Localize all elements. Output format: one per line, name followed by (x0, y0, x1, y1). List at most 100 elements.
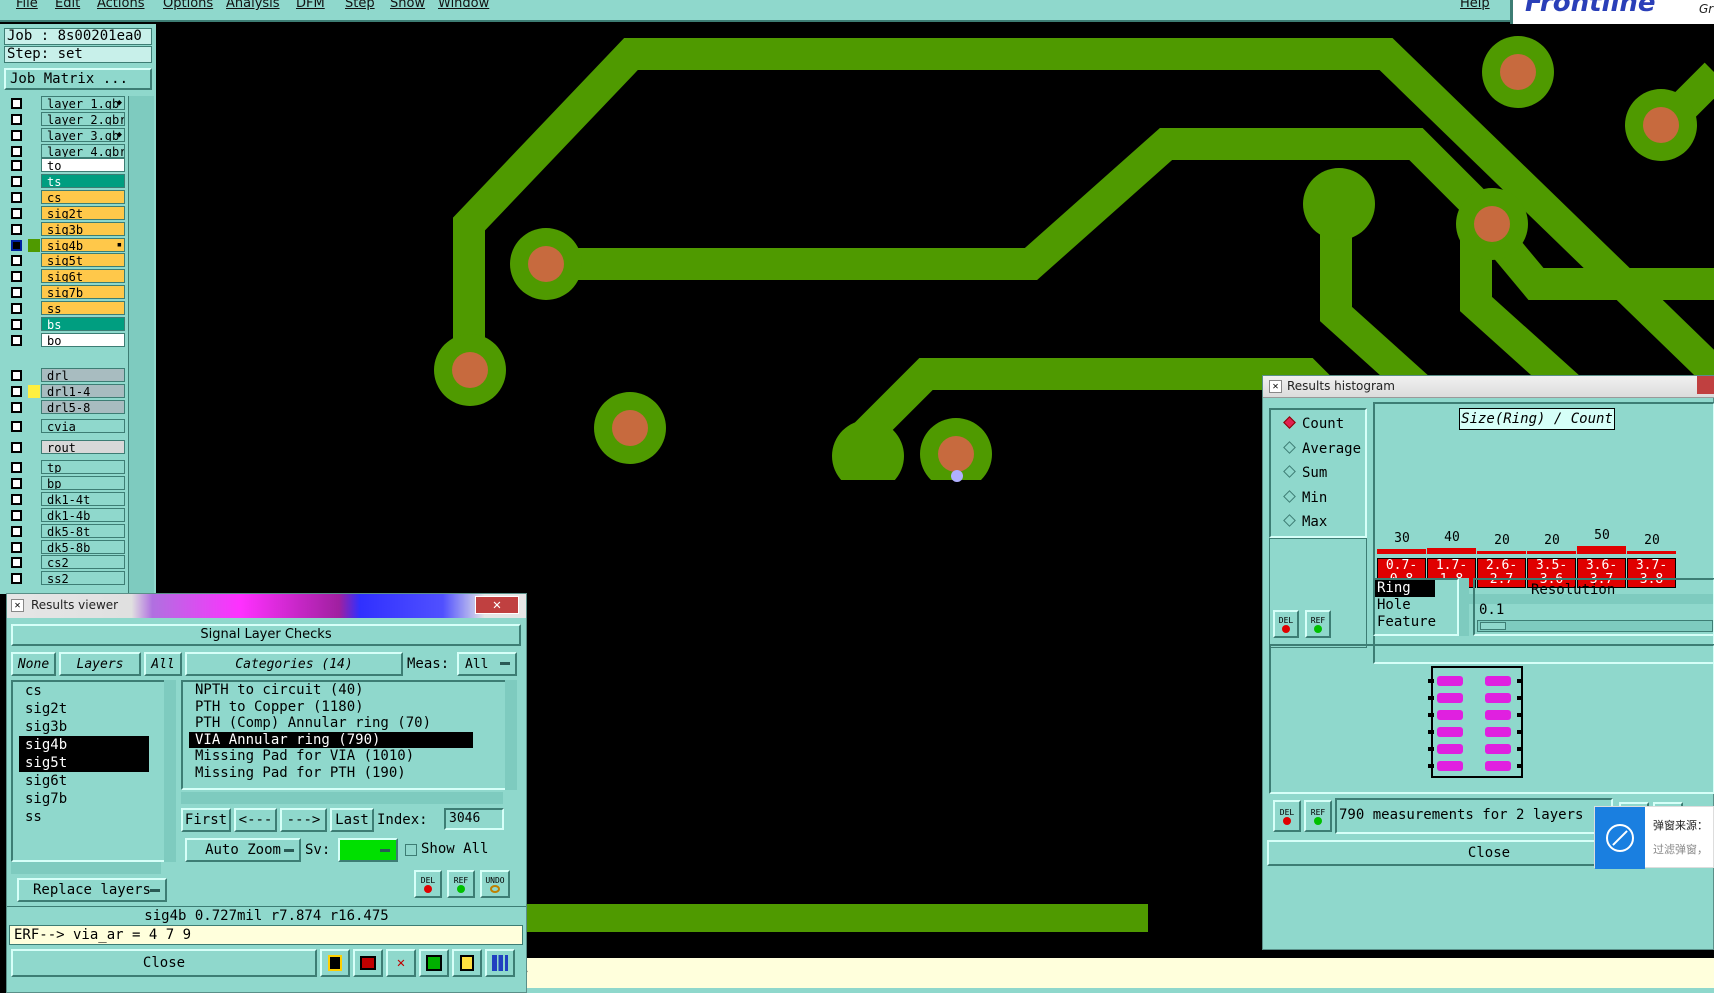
list-item[interactable]: sig2t (19, 700, 149, 718)
layer-row-bs[interactable]: bs (6, 317, 125, 332)
histogram-bar[interactable] (1577, 546, 1626, 554)
list-item[interactable]: sig7b (19, 790, 149, 808)
layer-row-cs[interactable]: cs (6, 189, 125, 205)
layer-checkbox[interactable] (11, 145, 22, 157)
type-list[interactable]: Ring Hole Feature (1373, 578, 1459, 636)
layer-row-bp[interactable]: bp (6, 475, 125, 491)
layer-checkbox[interactable] (11, 401, 22, 413)
histogram-bar[interactable] (1377, 549, 1426, 554)
menu-options[interactable]: Options (163, 0, 213, 11)
menu-window[interactable]: Window (438, 0, 489, 11)
layer-row-ss2[interactable]: ss2 (6, 571, 125, 586)
type-item[interactable]: Feature (1375, 614, 1457, 631)
category-item[interactable]: VIA Annular ring (790) (189, 731, 473, 748)
close-icon[interactable] (1697, 376, 1714, 394)
layer-scrollbar[interactable] (128, 96, 154, 594)
category-item[interactable]: NPTH to circuit (40) (189, 682, 473, 699)
mode-radio-count[interactable]: Count (1283, 416, 1344, 432)
histogram-titlebar[interactable]: ✕ Results histogram (1263, 376, 1714, 398)
type-item[interactable]: Hole (1375, 597, 1457, 614)
menu-edit[interactable]: Edit (55, 0, 80, 11)
layer-row-layer-4-gbr[interactable]: layer_4.gbr (6, 143, 125, 159)
layer-list-hscrollbar[interactable] (11, 862, 161, 874)
layer-checkbox[interactable] (11, 334, 22, 346)
all-button[interactable]: All (144, 652, 182, 676)
layer-row-layer-3-gb[interactable]: layer_3.gb ◆ (6, 127, 125, 143)
layer-checkbox[interactable] (11, 175, 22, 187)
layer-checkbox[interactable] (11, 223, 22, 235)
layer-list-scrollbar[interactable] (164, 680, 176, 862)
layer-row-rout[interactable]: rout (6, 440, 125, 455)
layer-row-cvia[interactable]: cvia (6, 419, 125, 434)
replace-layers-dropdown[interactable]: Replace layers (17, 878, 167, 902)
menu-step[interactable]: Step (345, 0, 375, 11)
layer-row-cs2[interactable]: cs2 (6, 555, 125, 570)
category-item[interactable]: Missing Pad for PTH (190) (189, 765, 473, 782)
meas-dropdown[interactable]: All (457, 652, 517, 676)
list-item[interactable]: sig3b (19, 718, 149, 736)
type-list-scrollbar[interactable] (1459, 578, 1469, 636)
prev-button[interactable]: <--- (234, 808, 277, 832)
layer-row-ss[interactable]: ss (6, 301, 125, 316)
layer-row-bo[interactable]: bo (6, 332, 125, 348)
histogram-tool-icon[interactable] (485, 949, 515, 977)
layer-row-to[interactable]: to (6, 158, 125, 173)
close-button[interactable]: Close (11, 949, 317, 977)
layer-checkbox[interactable] (11, 421, 22, 432)
list-item[interactable]: sig6t (19, 772, 149, 790)
layer-row-ts[interactable]: ts (6, 173, 125, 189)
layer-row-sig2t[interactable]: sig2t (6, 205, 125, 221)
mode-radio-sum[interactable]: Sum (1283, 465, 1327, 481)
layer-row-drl[interactable]: drl (6, 368, 125, 383)
resolution-slider[interactable] (1477, 620, 1713, 632)
menu-analysis[interactable]: Analysis (226, 0, 280, 11)
layer-checkbox[interactable] (11, 557, 22, 569)
menu-dfm[interactable]: DFM (296, 0, 325, 11)
layer-row-drl5-8[interactable]: drl5-8 (6, 399, 125, 415)
list-item[interactable]: cs (19, 682, 149, 700)
layer-checkbox[interactable] (11, 462, 22, 473)
del-button[interactable]: DEL (414, 870, 442, 898)
layer-checkbox[interactable] (11, 442, 22, 453)
show-all-checkbox[interactable] (405, 844, 417, 856)
histogram-bar[interactable] (1477, 551, 1526, 554)
layer-row-sig5t[interactable]: sig5t (6, 253, 125, 268)
histogram-bar[interactable] (1427, 548, 1476, 554)
layer-row-sig7b[interactable]: sig7b (6, 285, 125, 300)
layer-checkbox[interactable] (11, 129, 22, 141)
layer-checkbox[interactable] (11, 319, 22, 330)
last-button[interactable]: Last (330, 808, 374, 832)
hist-del-button[interactable]: DEL (1273, 610, 1299, 638)
highlight-tool-icon[interactable] (353, 949, 383, 977)
undo-button[interactable]: UNDO (480, 870, 510, 898)
mode-radio-average[interactable]: Average (1283, 441, 1361, 457)
list-item[interactable]: sig5t (19, 754, 149, 772)
type-item[interactable]: Ring (1375, 580, 1435, 597)
layer-row-tp[interactable]: tp (6, 460, 125, 475)
layer-checkbox[interactable] (11, 191, 22, 203)
list-item[interactable]: ss (19, 808, 149, 826)
list-item[interactable]: sig4b (19, 736, 149, 754)
category-item[interactable]: Missing Pad for VIA (1010) (189, 748, 473, 765)
layer-checkbox[interactable] (11, 287, 22, 299)
layer-checkbox[interactable] (11, 493, 22, 505)
layer-row-sig3b[interactable]: sig3b (6, 221, 125, 237)
layer-row-dk5-8t[interactable]: dk5-8t (6, 523, 125, 539)
menu-show[interactable]: Show (390, 0, 425, 11)
category-item[interactable]: PTH to Copper (1180) (189, 699, 473, 716)
layer-row-drl1-4[interactable]: drl1-4 (6, 383, 125, 399)
measure-tool-icon[interactable] (320, 949, 350, 977)
histogram-bar[interactable] (1527, 551, 1576, 554)
layer-checkbox[interactable] (11, 207, 22, 219)
preview-del-button[interactable]: DEL (1273, 800, 1301, 832)
ref-button[interactable]: REF (447, 870, 475, 898)
sv-color-dropdown[interactable] (338, 838, 398, 862)
popup-notification[interactable]: 弹窗来源： 过滤弹窗， (1594, 806, 1714, 869)
category-item[interactable]: PTH (Comp) Annular ring (70) (189, 715, 473, 732)
hist-ref-button[interactable]: REF (1305, 610, 1331, 638)
layers-button[interactable]: Layers (59, 652, 141, 676)
index-input[interactable]: 3046 (444, 808, 504, 830)
layer-row-layer-2-gbr[interactable]: layer_2.gbr (6, 111, 125, 127)
auto-zoom-dropdown[interactable]: Auto Zoom (185, 838, 301, 862)
layer-checkbox[interactable] (11, 113, 22, 125)
